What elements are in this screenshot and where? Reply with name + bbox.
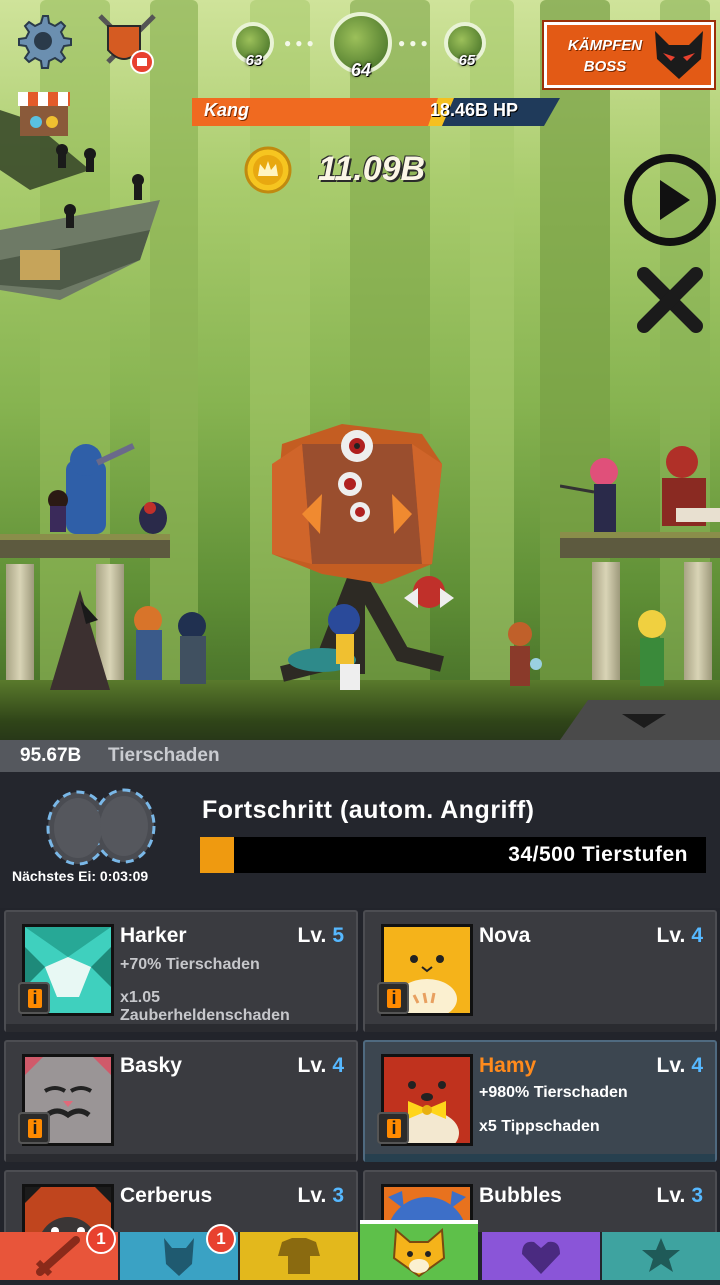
- pet-level: Lv. 4: [656, 924, 703, 947]
- pet-damage-label: Tierschaden: [108, 745, 220, 766]
- info-button[interactable]: i: [18, 982, 50, 1014]
- pet-bonus-line: Zauberheldenschaden: [120, 1007, 290, 1024]
- boss-name: Kang: [204, 100, 249, 120]
- info-button[interactable]: i: [377, 982, 409, 1014]
- pet-bonus-line: +980% Tierschaden: [479, 1084, 628, 1101]
- tab-sword-master[interactable]: 1: [0, 1224, 118, 1280]
- notification-badge: 1: [86, 1224, 116, 1254]
- hero-bat-creature[interactable]: [394, 568, 464, 624]
- hero-blonde[interactable]: [622, 608, 682, 692]
- stage-next-number: 65: [458, 52, 476, 69]
- gold-amount: 11.09B: [318, 150, 426, 188]
- progress-title: Fortschritt (autom. Angriff): [202, 796, 535, 824]
- pet-level: Lv. 4: [297, 1054, 344, 1077]
- progress-text: 34/500 Tierstufen: [508, 843, 688, 866]
- pet-card-basky[interactable]: i Basky Lv. 4: [4, 1040, 358, 1162]
- stage-dots: ●●●: [284, 36, 318, 50]
- stage-prev-number: 63: [245, 52, 263, 69]
- hero-dwarf[interactable]: [636, 440, 720, 536]
- pet-name: Harker: [120, 924, 187, 947]
- pet-card-nova[interactable]: i Nova Lv. 4: [363, 910, 717, 1032]
- shop-icon[interactable]: [16, 90, 72, 138]
- card-edge: [6, 1024, 356, 1032]
- boss-hp-value: 18.46B HP: [430, 100, 519, 120]
- notification-badge: 1: [206, 1224, 236, 1254]
- tab-heroes[interactable]: 1: [120, 1224, 238, 1280]
- coin-icon: [244, 146, 292, 194]
- pet-name: Bubbles: [479, 1184, 562, 1207]
- pet-level: Lv. 5: [297, 924, 344, 947]
- close-icon[interactable]: [636, 266, 704, 334]
- collapse-chevron-icon[interactable]: [622, 714, 666, 728]
- hero-knight[interactable]: [36, 440, 136, 540]
- pillar: [6, 564, 34, 694]
- hero-group-left[interactable]: [122, 600, 222, 692]
- tree-trunk: [150, 0, 198, 700]
- progress-bar: 34/500 Tierstufen: [200, 837, 706, 873]
- pillar: [684, 562, 712, 692]
- pet-name: Cerberus: [120, 1184, 213, 1207]
- pet-bonus-line: x1.05: [120, 989, 161, 1006]
- pet-damage-strip: 95.67B Tierschaden: [0, 740, 720, 772]
- card-edge: [365, 1154, 715, 1162]
- auto-attack-progress-panel: Nächstes Ei: 0:03:09 Fortschritt (autom.…: [0, 772, 720, 908]
- pet-list[interactable]: i Harker Lv. 5 +70% Tierschaden x1.05 Zau…: [0, 908, 720, 1232]
- pet-level: Lv. 4: [656, 1054, 703, 1077]
- pet-name: Nova: [479, 924, 531, 947]
- demon-face-icon: [655, 31, 703, 79]
- star-icon: [642, 1238, 680, 1272]
- egg-icon[interactable]: [38, 786, 162, 866]
- shield-icon[interactable]: [96, 12, 158, 76]
- tab-artifacts[interactable]: [482, 1232, 600, 1280]
- heart-icon: [522, 1241, 560, 1274]
- pet-bonus-line: x5 Tippschaden: [479, 1118, 600, 1135]
- pet-icon: [392, 1227, 446, 1278]
- fight-boss-button[interactable]: KÄMPFEN BOSS: [544, 22, 714, 88]
- hero-archer-pink[interactable]: [560, 456, 636, 536]
- pet-card-hamy[interactable]: i Hamy Lv. 4 +980% Tierschaden x5 Tippsch…: [363, 1040, 717, 1162]
- stage-current-number: 64: [350, 60, 372, 80]
- tab-equipment[interactable]: [240, 1232, 358, 1280]
- pet-name: Basky: [120, 1054, 182, 1077]
- airship[interactable]: [0, 110, 170, 320]
- pet-name: Hamy: [479, 1054, 537, 1077]
- play-icon[interactable]: [622, 152, 718, 248]
- battle-scene[interactable]: 63 ●●● 64 ●●● 65 KÄMPFEN BOSS Kang 18.46…: [0, 0, 720, 740]
- card-edge: [6, 1154, 356, 1162]
- card-edge: [365, 1024, 715, 1032]
- info-button[interactable]: i: [377, 1112, 409, 1144]
- progress-bar-fill: [200, 837, 235, 873]
- pet-damage-value: 95.67B: [20, 745, 82, 766]
- fight-boss-label: KÄMPFEN BOSS: [567, 37, 643, 75]
- stage-dots: ●●●: [398, 36, 432, 50]
- armor-icon: [278, 1238, 320, 1274]
- gear-icon[interactable]: [14, 12, 72, 70]
- tab-pets[interactable]: [360, 1220, 478, 1280]
- hero-fish-rider[interactable]: [286, 600, 396, 694]
- pet-level: Lv. 3: [297, 1184, 344, 1207]
- boss-hp-bar: Kang 18.46B HP: [192, 98, 560, 126]
- next-egg-timer: Nächstes Ei: 0:03:09: [12, 868, 149, 884]
- pet-card-cerberus[interactable]: Cerberus Lv. 3: [4, 1170, 358, 1232]
- bottom-tab-bar: 1 1: [0, 1220, 720, 1280]
- tab-shop[interactable]: [602, 1232, 720, 1280]
- hero-girl[interactable]: [496, 620, 546, 692]
- hero-cloaked[interactable]: [50, 590, 110, 690]
- pet-card-harker[interactable]: i Harker Lv. 5 +70% Tierschaden x1.05 Zau…: [4, 910, 358, 1032]
- pillar: [592, 562, 620, 692]
- info-button[interactable]: i: [18, 1112, 50, 1144]
- pet-level: Lv. 3: [656, 1184, 703, 1207]
- pet-bonus-line: +70% Tierschaden: [120, 956, 260, 973]
- hero-penguin[interactable]: [128, 496, 178, 536]
